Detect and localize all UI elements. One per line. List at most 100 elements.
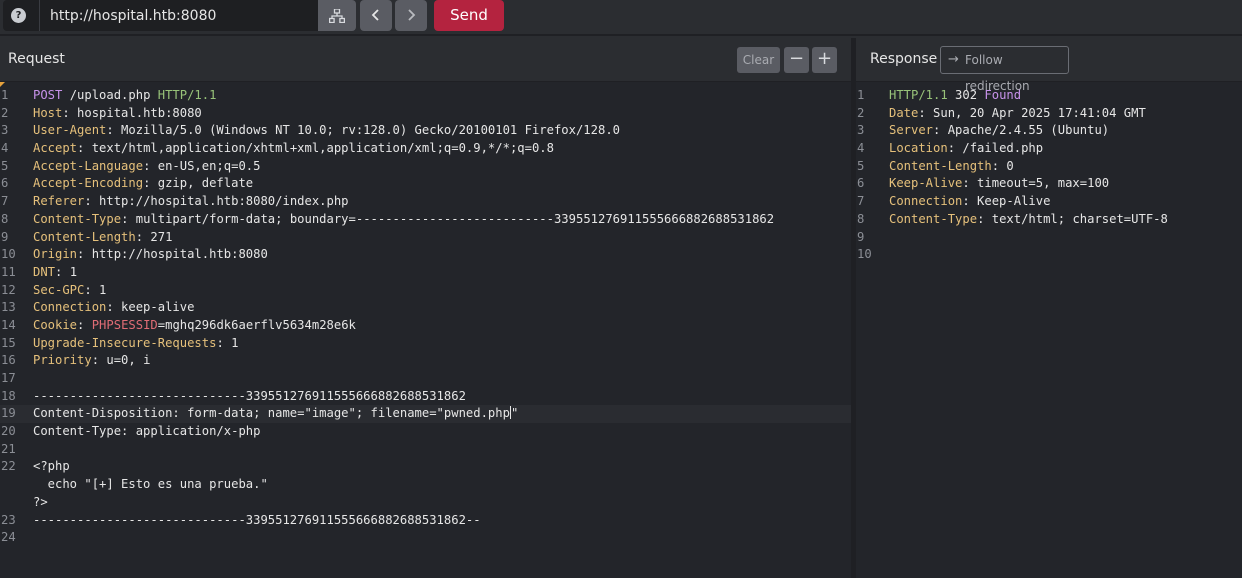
- code-line: 7 Referer: http://hospital.htb:8080/index…: [0, 193, 851, 211]
- code-line: 13 Connection: keep-alive: [0, 299, 851, 317]
- code-line: 9: [856, 229, 1242, 247]
- code-line: 8 Content-Type: multipart/form-data; boun…: [0, 211, 851, 229]
- line-number: 16: [1, 353, 16, 368]
- sitemap-button[interactable]: [318, 0, 356, 31]
- code-token: Accept-Encoding: [33, 176, 144, 191]
- line-text: ?>: [33, 494, 48, 512]
- line-number: 4: [1, 141, 9, 156]
- back-button[interactable]: [360, 0, 392, 31]
- line-text: Origin: http://hospital.htb:8080: [33, 246, 268, 264]
- follow-redirection-button[interactable]: → Follow redirection: [940, 46, 1069, 93]
- line-number: 2: [857, 105, 865, 120]
- line-number: 22: [1, 459, 16, 474]
- sitemap-icon: [329, 9, 345, 23]
- code-token: : /failed.php: [947, 141, 1044, 156]
- line-text: Content-Length: 271: [33, 229, 172, 247]
- code-line: 4 Accept: text/html,application/xhtml+xml…: [0, 140, 851, 158]
- line-number: 7: [1, 194, 9, 209]
- request-editor[interactable]: 1 POST /upload.php HTTP/1.1 2 Host: hospita…: [0, 87, 851, 547]
- help-icon[interactable]: ?: [11, 8, 26, 23]
- code-line: 2 Host: hospital.htb:8080: [0, 105, 851, 123]
- code-token: : timeout=5, max=100: [962, 176, 1110, 191]
- code-token: : gzip, deflate: [143, 176, 254, 191]
- code-token: Content-Type: [33, 211, 122, 226]
- forward-button[interactable]: [395, 0, 427, 31]
- line-number: 10: [857, 247, 872, 262]
- code-token: Content-Type: application/x-php: [33, 424, 261, 439]
- code-line: 3 Server: Apache/2.4.55 (Ubuntu): [856, 122, 1242, 140]
- code-token: -----------------------------33955127691…: [33, 512, 481, 527]
- code-line: 2 Date: Sun, 20 Apr 2025 17:41:04 GMT: [856, 105, 1242, 123]
- line-number: 24: [1, 530, 16, 545]
- zoom-out-button[interactable]: −: [784, 47, 809, 73]
- code-token: Priority: [33, 353, 92, 368]
- line-text: Referer: http://hospital.htb:8080/index.…: [33, 193, 349, 211]
- code-line: ?>: [0, 494, 851, 512]
- code-token: Content-Length: [889, 158, 992, 173]
- code-token: Referer: [33, 194, 85, 209]
- line-number: 9: [857, 229, 865, 244]
- code-token: : en-US,en;q=0.5: [143, 158, 261, 173]
- code-token: Server: [889, 123, 934, 138]
- code-line: 19 Content-Disposition: form-data; name="…: [0, 405, 851, 424]
- url-input[interactable]: [39, 0, 318, 31]
- code-token: : u=0, i: [91, 353, 151, 368]
- code-token: Sec-GPC: [33, 282, 85, 297]
- code-token: : text/html; charset=UTF-8: [977, 211, 1168, 226]
- line-number: 8: [857, 211, 865, 226]
- code-line: 1 POST /upload.php HTTP/1.1: [0, 87, 851, 105]
- code-token: User-Agent: [33, 123, 107, 138]
- arrow-right-icon: →: [948, 52, 959, 67]
- code-token: Found: [984, 88, 1022, 102]
- line-text: <?php: [33, 458, 70, 476]
- code-token: : Mozilla/5.0 (Windows NT 10.0; rv:128.0…: [106, 123, 620, 138]
- code-token: Upgrade-Insecure-Requests: [33, 335, 217, 350]
- code-token: : Keep-Alive: [962, 194, 1051, 209]
- clear-button[interactable]: Clear: [737, 47, 780, 73]
- line-text: Keep-Alive: timeout=5, max=100: [889, 175, 1109, 193]
- code-token: Content-Type: [889, 211, 978, 226]
- code-line: 6 Accept-Encoding: gzip, deflate: [0, 175, 851, 193]
- line-text: Cookie: PHPSESSID=mghq296dk6aerflv5634m2…: [33, 317, 356, 335]
- request-panel: Request Clear − + 1 POST /upload.php HTTP…: [0, 38, 851, 578]
- code-token: ?>: [33, 494, 48, 509]
- code-line: 21: [0, 441, 851, 459]
- code-line: 8 Content-Type: text/html; charset=UTF-8: [856, 211, 1242, 229]
- zoom-in-button[interactable]: +: [812, 47, 837, 73]
- code-token: POST: [33, 88, 63, 102]
- code-line: 5 Accept-Language: en-US,en;q=0.5: [0, 158, 851, 176]
- line-text: Connection: Keep-Alive: [889, 193, 1050, 211]
- code-token: : multipart/form-data; boundary=--------…: [121, 211, 775, 226]
- code-token: : text/html,application/xhtml+xml,applic…: [77, 141, 554, 156]
- code-token: 302: [947, 88, 985, 102]
- code-line: 16 Priority: u=0, i: [0, 352, 851, 370]
- line-number: 5: [857, 158, 865, 173]
- line-number: 21: [1, 441, 16, 456]
- line-text: HTTP/1.1 302 Found: [889, 87, 1021, 105]
- code-token: Location: [889, 141, 948, 156]
- response-viewer[interactable]: 1 HTTP/1.1 302 Found 2 Date: Sun, 20 Apr 20…: [856, 87, 1242, 264]
- code-token: Host: [33, 105, 63, 120]
- code-line: 10: [856, 246, 1242, 264]
- line-number: 12: [1, 282, 16, 297]
- chevron-right-icon: [408, 9, 416, 21]
- line-text: Accept-Language: en-US,en;q=0.5: [33, 158, 260, 176]
- send-button[interactable]: Send: [434, 0, 504, 31]
- line-number: 7: [857, 194, 865, 209]
- line-text: echo "[+] Esto es una prueba.": [33, 476, 268, 494]
- code-line: 17: [0, 370, 851, 388]
- code-token: : Sun, 20 Apr 2025 17:41:04 GMT: [918, 105, 1146, 120]
- code-token: -----------------------------33955127691…: [33, 388, 466, 403]
- line-text: Host: hospital.htb:8080: [33, 105, 202, 123]
- line-text: Content-Type: text/html; charset=UTF-8: [889, 211, 1168, 229]
- code-token: /upload.php: [62, 88, 158, 102]
- code-line: 10 Origin: http://hospital.htb:8080: [0, 246, 851, 264]
- line-number: 14: [1, 317, 16, 332]
- line-number: 9: [1, 229, 9, 244]
- line-number: 6: [857, 176, 865, 191]
- code-token: Cookie: [33, 317, 78, 332]
- code-line: 4 Location: /failed.php: [856, 140, 1242, 158]
- code-token: : http://hospital.htb:8080: [77, 247, 268, 262]
- line-text: Connection: keep-alive: [33, 299, 194, 317]
- code-line: 11 DNT: 1: [0, 264, 851, 282]
